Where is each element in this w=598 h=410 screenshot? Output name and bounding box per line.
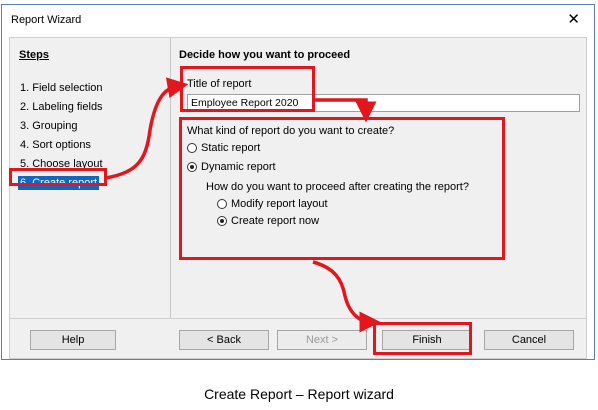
title-bar: Report Wizard ✕ bbox=[2, 5, 594, 37]
help-button[interactable]: Help bbox=[30, 330, 116, 350]
step-field-selection[interactable]: 1. Field selection bbox=[18, 81, 105, 95]
highlight-report-options bbox=[179, 117, 505, 260]
close-icon[interactable]: ✕ bbox=[567, 11, 580, 29]
steps-heading: Steps bbox=[19, 49, 49, 61]
figure-caption: Create Report – Report wizard bbox=[204, 386, 394, 402]
window-title: Report Wizard bbox=[11, 14, 82, 26]
button-bar: Help < Back Next > Finish Cancel bbox=[9, 319, 587, 359]
back-button[interactable]: < Back bbox=[179, 330, 269, 350]
step-sort-options[interactable]: 4. Sort options bbox=[18, 138, 93, 152]
highlight-title-field bbox=[180, 66, 315, 112]
step-grouping[interactable]: 3. Grouping bbox=[18, 119, 79, 133]
next-button[interactable]: Next > bbox=[277, 330, 367, 350]
page-title: Decide how you want to proceed bbox=[179, 49, 351, 61]
highlight-finish-button bbox=[373, 322, 472, 355]
highlight-create-report-step bbox=[9, 168, 107, 186]
step-labeling-fields[interactable]: 2. Labeling fields bbox=[18, 100, 105, 114]
cancel-button[interactable]: Cancel bbox=[484, 330, 574, 350]
